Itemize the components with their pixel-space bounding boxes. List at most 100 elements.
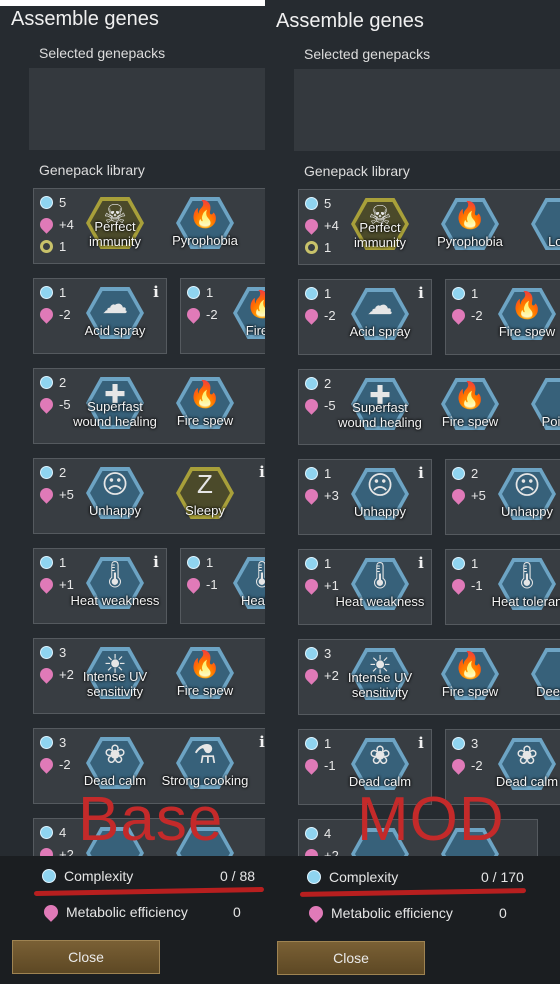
genepack-card[interactable]: 2 -5 ✚ Superfast wound healing 🔥 Fire spew Poi… xyxy=(298,369,560,445)
gene-name: Heat weakness xyxy=(335,594,425,609)
gene-tile[interactable]: Pointe xyxy=(515,370,560,446)
genepack-card[interactable]: 2 +5 ☹ Unhappy xyxy=(445,459,560,535)
genepack-stat-value: 4 xyxy=(59,825,67,840)
gene-tile[interactable]: 🔥 Pyrophobia xyxy=(160,189,250,265)
gene-tile[interactable]: 🌡 Heat weakness xyxy=(70,549,160,625)
gene-tile[interactable]: Low xyxy=(515,190,560,266)
gene-tile[interactable]: 🌡 Heat to xyxy=(217,549,265,625)
metabolic-icon xyxy=(41,902,61,922)
gene-tile[interactable]: ☠ Perfect immunity xyxy=(70,189,160,265)
genepack-card[interactable]: 3 +2☀Intense UV sensitivity 🔥 Fire spew D xyxy=(33,638,265,714)
genepack-stat: +4 xyxy=(302,216,339,235)
genepack-card[interactable]: 1 -2 🔥 Fire s xyxy=(180,278,265,354)
genepack-stat: 2 xyxy=(305,376,331,392)
genepack-card[interactable]: 1 -2 ☁ Acid spray i xyxy=(33,278,167,354)
genepack-stat: 2 xyxy=(452,466,478,482)
genepack-stat: +2 xyxy=(37,665,74,684)
metabolic-icon xyxy=(306,903,326,923)
gene-tile[interactable]: D xyxy=(250,639,265,715)
complexity-value: 0 / 88 xyxy=(220,868,256,884)
gene-name: Pointe xyxy=(541,414,560,429)
gene-tile[interactable]: ✚ Superfast wound healing xyxy=(335,370,425,446)
close-button[interactable]: Close xyxy=(277,941,425,975)
info-icon[interactable]: i xyxy=(256,733,265,751)
annotation-underline xyxy=(33,886,265,897)
gene-tile[interactable]: 🔥 Fire s xyxy=(217,279,265,355)
genepack-stat-value: 1 xyxy=(59,239,67,254)
acid-spray-icon: ☁ xyxy=(367,290,393,320)
gene-tile[interactable]: 🔥 Fire spew xyxy=(425,370,515,446)
complexity-icon xyxy=(40,826,53,839)
genepack-stat-value: -1 xyxy=(206,577,218,592)
gene-tile[interactable]: ☁ Acid spray xyxy=(335,280,425,356)
metabolic-icon xyxy=(449,576,468,595)
metabolic-icon xyxy=(302,306,321,325)
genepack-card[interactable]: 1 +1 🌡 Heat weakness i xyxy=(33,548,167,624)
genepack-card[interactable]: 1 -1 🌡 Heat toleran xyxy=(445,549,560,625)
metabolic-value: 0 xyxy=(499,905,507,921)
gene-tile[interactable]: ☁ Acid spray xyxy=(70,279,160,355)
genepack-stat: 5 xyxy=(305,196,331,212)
genepack-stat-value: 3 xyxy=(471,736,479,751)
genepack-card[interactable]: 5 +4 1 ☠ Perfect immunity 🔥 Pyrophobia xyxy=(33,188,265,264)
complexity-icon xyxy=(187,556,200,569)
genepack-row: 1 +3 ☹ Unhappy i 2 +5 ☹ Unhappy xyxy=(294,459,560,535)
genepack-stat-value: 2 xyxy=(324,376,332,391)
genepack-stat: -2 xyxy=(449,306,483,325)
genepack-stat: 3 xyxy=(305,646,331,662)
genepack-card[interactable]: 1 +3 ☹ Unhappy i xyxy=(298,459,432,535)
genepack-card[interactable]: 2 +5 ☹ Unhappy Z Sleepy i xyxy=(33,458,265,534)
close-button[interactable]: Close xyxy=(12,940,160,974)
gene-tile[interactable]: ☹ Unhappy xyxy=(335,460,425,536)
gene-name: Heat weakness xyxy=(70,593,160,608)
genepack-stat-value: -1 xyxy=(324,758,336,773)
gene-tile[interactable]: Deep sk xyxy=(515,640,560,716)
genepack-card[interactable]: 3 +2☀Intense UV sensitivity 🔥 Fire spew Deep… xyxy=(298,639,560,715)
genepack-stat-value: 1 xyxy=(206,555,214,570)
gene-tile[interactable]: 🔥 Pyrophobia xyxy=(425,190,515,266)
genepack-card[interactable]: 1 -1 🌡 Heat to xyxy=(180,548,265,624)
genepack-stat: 1 xyxy=(452,286,478,302)
gene-tile[interactable]: 🔥 Fire spew xyxy=(160,639,250,715)
metabolic-icon xyxy=(37,665,56,684)
info-icon[interactable]: i xyxy=(256,463,265,481)
genepack-card[interactable]: 1 +1 🌡 Heat weakness i xyxy=(298,549,432,625)
gene-tile[interactable]: ☀ Intense UV sensitivity xyxy=(70,639,160,715)
genepack-library-list[interactable]: 5 +4 1 ☠Perfect immunity🔥PyrophobiaLow 1-2☁A… xyxy=(294,185,560,857)
gene-tile[interactable]: 🌡 Heat toleran xyxy=(482,550,560,626)
gene-tile[interactable]: P xyxy=(250,369,265,445)
gene-tile[interactable]: 🌡 Heat weakness xyxy=(335,550,425,626)
panel-title: Assemble genes xyxy=(11,8,159,30)
gene-tile[interactable]: Z Sleepy xyxy=(160,459,250,535)
genepack-row: 3 +2☀Intense UV sensitivity 🔥 Fire spew D xyxy=(29,638,265,714)
gene-tile[interactable]: ✚ Superfast wound healing xyxy=(70,369,160,445)
selected-genepacks-area[interactable] xyxy=(29,68,265,150)
selected-genepacks-area[interactable] xyxy=(294,69,560,151)
metabolic-row: Metabolic efficiency xyxy=(306,903,453,923)
gene-tile[interactable]: 🔥 Fire spew xyxy=(425,640,515,716)
genepack-stat-value: 5 xyxy=(324,196,332,211)
genepack-card[interactable]: 2 -5✚Superfast wound healing 🔥 Fire spew P xyxy=(33,368,265,444)
genepack-card[interactable]: 1 -2 🔥 Fire spew xyxy=(445,279,560,355)
gene-tile[interactable]: 🔥 Fire spew xyxy=(482,280,560,356)
gene-tile[interactable]: ☀ Intense UV sensitivity xyxy=(335,640,425,716)
fire-spew-icon: 🔥 xyxy=(245,289,265,319)
metabolic-icon xyxy=(37,575,56,594)
gene-tile[interactable]: ☹ Unhappy xyxy=(482,460,560,536)
gene-tile[interactable]: ☠ Perfect immunity xyxy=(335,190,425,266)
genepack-library-list[interactable]: 5 +4 1 ☠ Perfect immunity 🔥 Pyrophobia 1 -2 ☁ Acid… xyxy=(29,184,265,856)
genepack-card[interactable]: 1 -2 ☁ Acid spray i xyxy=(298,279,432,355)
gene-tile[interactable]: 🔥 Fire spew xyxy=(160,369,250,445)
gene-tile[interactable]: ☹ Unhappy xyxy=(70,459,160,535)
metabolic-icon xyxy=(302,756,321,775)
complexity-icon xyxy=(40,646,53,659)
gene-name: P xyxy=(250,413,265,428)
metabolic-label: Metabolic efficiency xyxy=(66,904,188,920)
genepack-card[interactable]: 5 +4 1☠Perfect immunity 🔥 Pyrophobia Low xyxy=(298,189,560,265)
archite-icon xyxy=(305,241,318,254)
selected-genepacks-label: Selected genepacks xyxy=(304,46,431,62)
gene-name: Fire spew xyxy=(176,413,234,428)
genepack-stat: 3 xyxy=(40,735,66,751)
acid-spray-icon: ☁ xyxy=(102,289,128,319)
complexity-label: Complexity xyxy=(64,868,134,884)
